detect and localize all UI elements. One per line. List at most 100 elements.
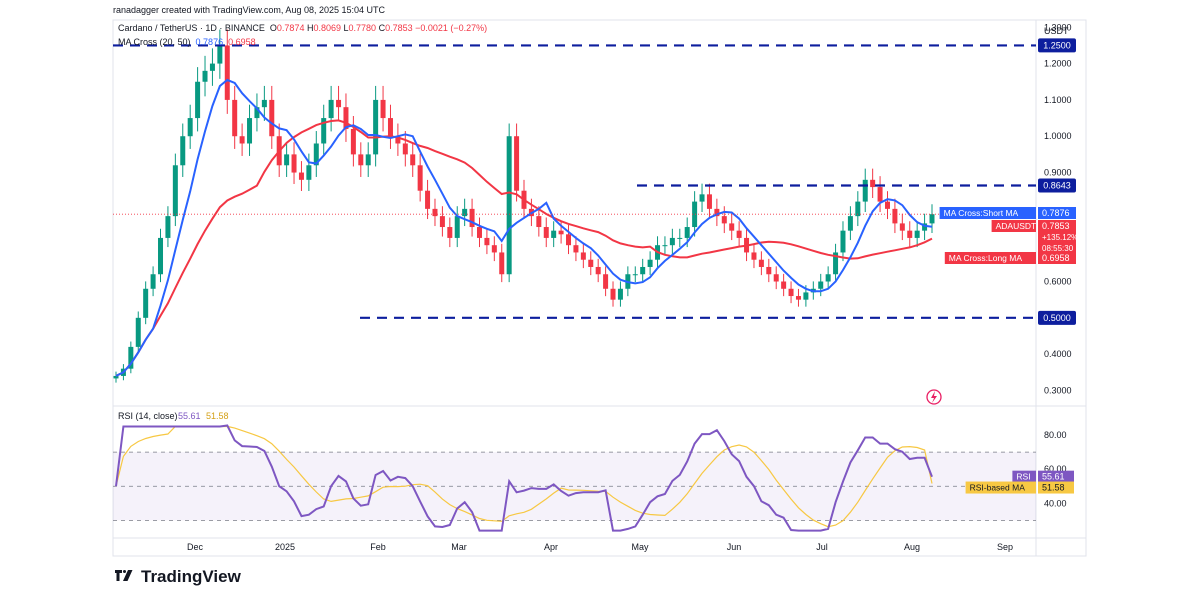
price-label-value: 0.7853 bbox=[1042, 221, 1070, 231]
candle-body bbox=[884, 201, 890, 209]
candle-body bbox=[617, 288, 623, 300]
candle-body bbox=[373, 99, 379, 155]
candle-body bbox=[328, 99, 334, 119]
candle-body bbox=[380, 99, 386, 119]
candle-body bbox=[803, 292, 809, 300]
rsi-legend-value: 55.61 bbox=[178, 411, 201, 421]
candle-body bbox=[247, 118, 253, 144]
candle-body bbox=[425, 190, 431, 209]
candle-body bbox=[365, 154, 371, 166]
candle-body bbox=[751, 252, 757, 260]
price-tick-label: 0.9000 bbox=[1044, 168, 1072, 178]
candle-body bbox=[439, 216, 445, 228]
candle-body bbox=[558, 230, 564, 235]
rsi-legend-ma-value: 51.58 bbox=[206, 411, 229, 421]
tradingview-brand: TradingView bbox=[113, 567, 241, 587]
time-tick-label: May bbox=[631, 542, 649, 552]
open-label: O bbox=[269, 23, 277, 33]
level-price-text: 0.8643 bbox=[1043, 181, 1071, 191]
rsi-label-value: 51.58 bbox=[1042, 483, 1065, 493]
price-label-value: 0.7876 bbox=[1042, 208, 1070, 218]
candle-body bbox=[180, 136, 186, 166]
rsi-tick-label: 80.00 bbox=[1044, 430, 1067, 440]
price-label-value: 0.6958 bbox=[1042, 253, 1070, 263]
time-tick-label: Feb bbox=[370, 542, 386, 552]
close-value: 0.7853 bbox=[385, 23, 413, 33]
candle-body bbox=[484, 237, 490, 246]
candle-body bbox=[306, 165, 312, 180]
change-value: −0.0021 (−0.27%) bbox=[415, 23, 488, 33]
chart-svg[interactable]: USDT1.30001.20001.10001.00000.90000.6000… bbox=[0, 0, 1200, 600]
candle-body bbox=[506, 136, 512, 275]
candle-body bbox=[595, 266, 601, 275]
candle-body bbox=[788, 288, 794, 297]
candle-body bbox=[543, 227, 549, 238]
high-value: 0.8069 bbox=[313, 23, 341, 33]
candle-body bbox=[387, 118, 393, 137]
candle-body bbox=[462, 208, 468, 217]
candle-body bbox=[736, 230, 742, 238]
candle-body bbox=[781, 281, 787, 289]
candle-body bbox=[172, 165, 178, 217]
candle-body bbox=[499, 252, 505, 275]
ma-long-line bbox=[115, 119, 933, 377]
candle-body bbox=[551, 230, 557, 238]
ma-legend: MA Cross (20, 50) 0.7876 0.6958 bbox=[118, 37, 256, 47]
ma-long-value: 0.6958 bbox=[228, 37, 256, 47]
tradingview-logo-icon bbox=[115, 570, 133, 581]
candle-body bbox=[358, 154, 364, 166]
candle-body bbox=[165, 216, 171, 238]
time-tick-label: 2025 bbox=[275, 542, 295, 552]
candle-body bbox=[766, 266, 772, 275]
candle-body bbox=[135, 317, 141, 347]
candle-body bbox=[350, 128, 356, 155]
candle-body bbox=[899, 223, 905, 231]
time-tick-label: Dec bbox=[187, 542, 204, 552]
candle-body bbox=[573, 245, 579, 253]
candle-body bbox=[610, 288, 616, 300]
price-tick-label: 0.3000 bbox=[1044, 385, 1072, 395]
ma-short-line bbox=[115, 78, 933, 377]
price-tick-label: 0.6000 bbox=[1044, 277, 1072, 287]
candle-body bbox=[336, 99, 342, 108]
price-label-name: MA Cross:Short MA bbox=[944, 208, 1019, 218]
candle-body bbox=[677, 237, 683, 239]
symbol-legend: Cardano / TetherUS · 1D · BINANCE O0.787… bbox=[118, 23, 487, 33]
candle-body bbox=[847, 216, 853, 231]
candle-body bbox=[795, 296, 801, 300]
low-value: 0.7780 bbox=[348, 23, 377, 33]
candle-body bbox=[402, 143, 408, 155]
candle-body bbox=[217, 45, 223, 64]
lightning-icon bbox=[926, 389, 942, 405]
candle-body bbox=[447, 227, 453, 238]
candle-body bbox=[640, 266, 646, 275]
candle-body bbox=[469, 208, 475, 228]
candle-body bbox=[684, 227, 690, 238]
candle-body bbox=[232, 99, 238, 137]
symbol-name: Cardano / TetherUS · 1D · BINANCE bbox=[118, 23, 265, 33]
candle-body bbox=[298, 172, 304, 180]
candle-body bbox=[632, 274, 638, 276]
price-label-extra: +135.12% bbox=[1042, 233, 1078, 242]
candle-body bbox=[491, 245, 497, 253]
candle-body bbox=[261, 99, 267, 108]
candle-body bbox=[862, 179, 868, 202]
candle-body bbox=[729, 223, 735, 231]
candle-body bbox=[454, 216, 460, 238]
candle-body bbox=[699, 194, 705, 202]
price-label-extra: 08:55:30 bbox=[1042, 244, 1074, 253]
price-tick-label: 0.4000 bbox=[1044, 349, 1072, 359]
candle-body bbox=[566, 234, 572, 246]
brand-name: TradingView bbox=[141, 567, 241, 586]
price-label-name: MA Cross:Long MA bbox=[949, 253, 1023, 263]
ma-label: MA Cross (20, 50) bbox=[118, 37, 191, 47]
candle-body bbox=[877, 187, 883, 202]
candle-body bbox=[224, 45, 230, 100]
price-tick-label: 1.3000 bbox=[1044, 22, 1072, 32]
level-price-text: 1.2500 bbox=[1043, 40, 1071, 50]
candle-body bbox=[669, 237, 675, 246]
time-tick-label: Sep bbox=[997, 542, 1013, 552]
candle-body bbox=[647, 259, 653, 267]
candle-body bbox=[536, 216, 542, 228]
time-tick-label: Apr bbox=[544, 542, 558, 552]
